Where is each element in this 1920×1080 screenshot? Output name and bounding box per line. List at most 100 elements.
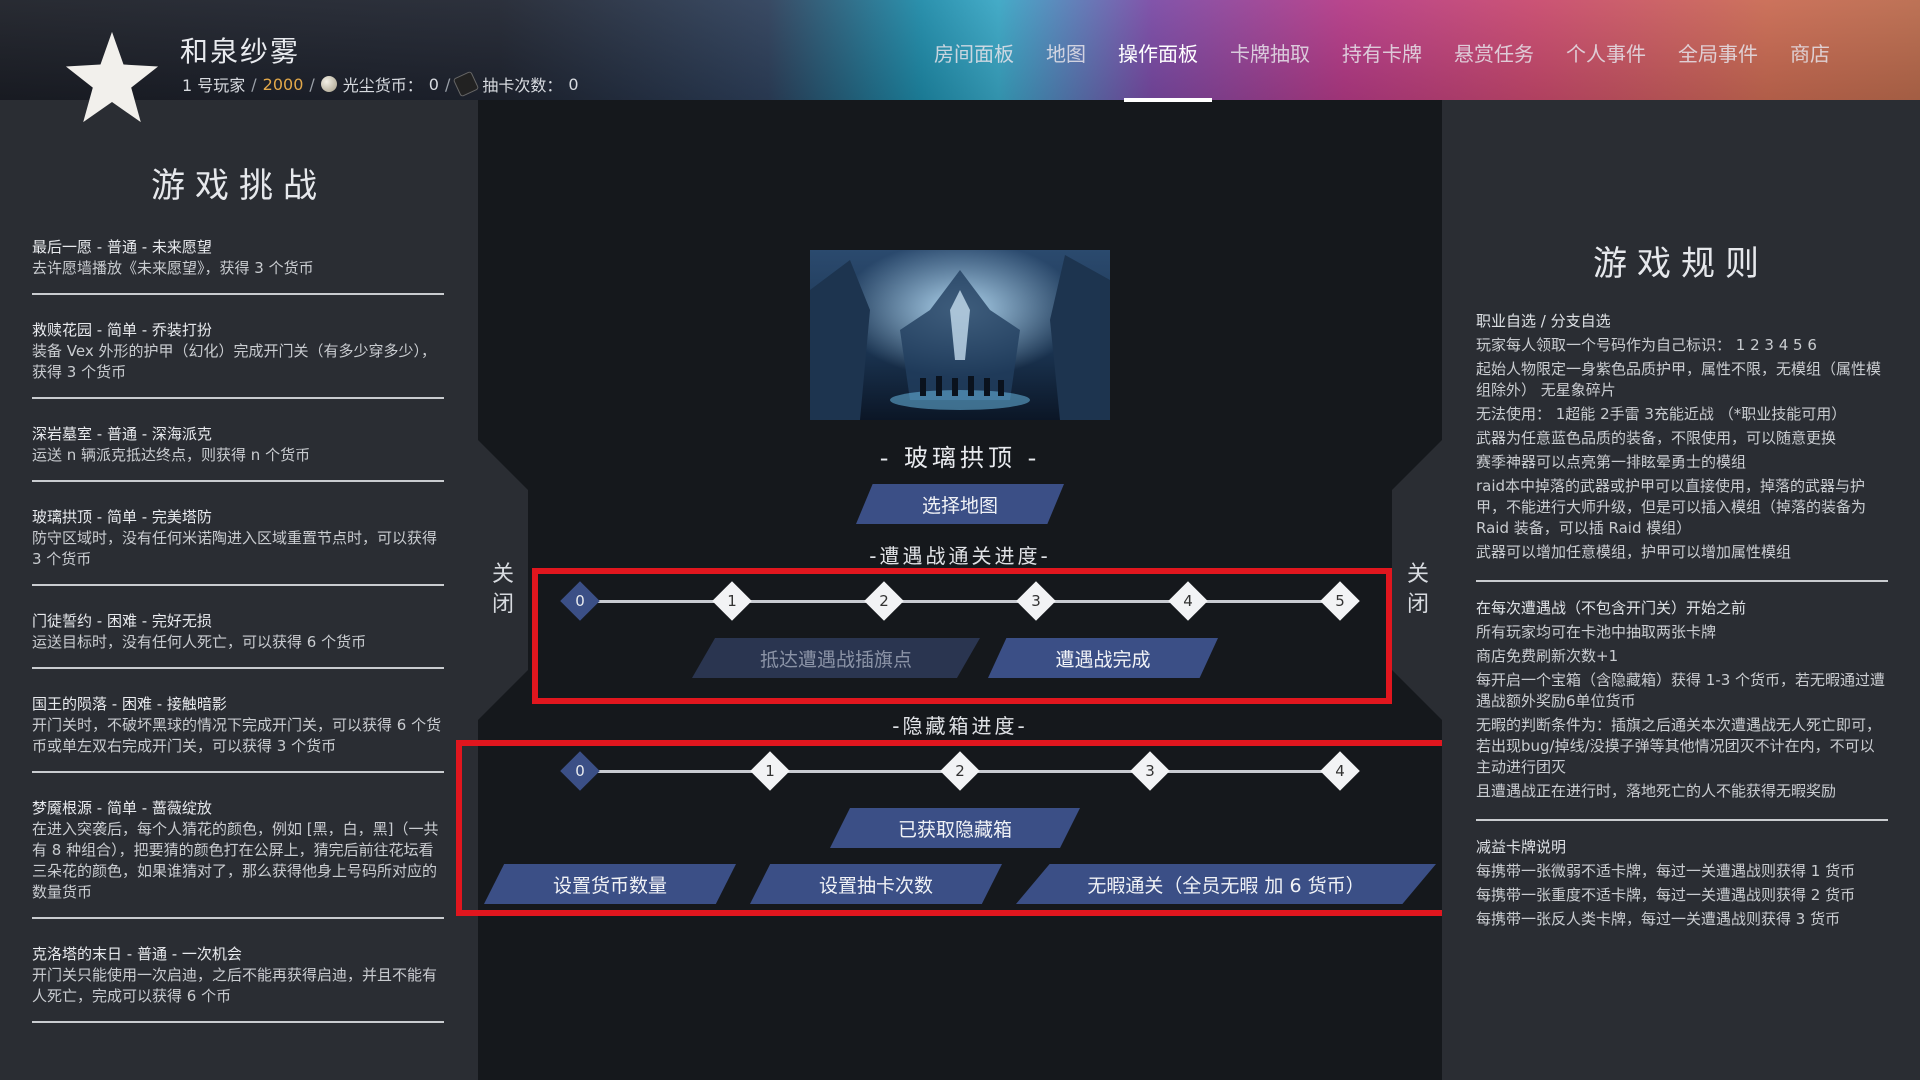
separator: / bbox=[444, 74, 451, 94]
challenge-item: 克洛塔的末日 - 普通 - 一次机会开门关只能使用一次启迪，之后不能再获得启迪，… bbox=[32, 939, 444, 1023]
challenge-desc: 装备 Vex 外形的护甲（幻化）完成开门关（有多少穿多少），获得 3 个货币 bbox=[32, 342, 436, 381]
nav-shop[interactable]: 商店 bbox=[1790, 38, 1830, 67]
close-left-char: 闭 bbox=[491, 592, 514, 617]
draws-value: 0 bbox=[568, 74, 579, 94]
challenge-desc: 在进入突袭后，每个人猜花的颜色，例如 [黑，白，黑]（一共有 8 种组合），把要… bbox=[32, 820, 439, 901]
close-right-button[interactable]: 关 闭 bbox=[1403, 560, 1433, 620]
challenge-item: 梦魇根源 - 简单 - 蔷薇绽放在进入突袭后，每个人猜花的颜色，例如 [黑，白，… bbox=[32, 793, 444, 919]
encounter-node-label: 5 bbox=[1335, 592, 1345, 610]
rule-line: 武器可以增加任意模组，护甲可以增加属性模组 bbox=[1476, 543, 1792, 561]
encounter-node[interactable]: 0 bbox=[560, 581, 600, 621]
currency-value: 0 bbox=[428, 74, 439, 94]
encounter-complete-button[interactable]: 遭遇战完成 bbox=[988, 638, 1218, 678]
close-right-char: 关 bbox=[1406, 562, 1429, 587]
nav-card-draw[interactable]: 卡牌抽取 bbox=[1230, 38, 1310, 67]
rule-line: 职业自选 / 分支自选 bbox=[1476, 312, 1611, 330]
encounter-node[interactable]: 2 bbox=[864, 581, 904, 621]
hidden-chest-node[interactable]: 0 bbox=[560, 751, 600, 791]
challenge-title: 门徒誓约 - 困难 - 完好无损 bbox=[32, 612, 212, 630]
star-avatar-icon bbox=[65, 31, 159, 123]
rule-line: 玩家每人领取一个号码作为自己标识： 1 2 3 4 5 6 bbox=[1476, 336, 1817, 354]
rule-group: 减益卡牌说明 每携带一张微弱不适卡牌，每过一关遭遇战则获得 1 货币 每携带一张重度… bbox=[1476, 837, 1888, 947]
challenge-desc: 去许愿墙播放《未来愿望》，获得 3 个货币 bbox=[32, 259, 314, 277]
encounter-node-label: 2 bbox=[879, 592, 889, 610]
active-nav-underline bbox=[1124, 98, 1212, 102]
player-name: 和泉纱雾 bbox=[180, 35, 301, 68]
nav-room-panel[interactable]: 房间面板 bbox=[934, 38, 1014, 67]
player-score: 2000 bbox=[262, 74, 304, 94]
rule-line: raid本中掉落的武器或护甲可以直接使用，掉落的武器与护甲，不能进行大师升级，但… bbox=[1476, 477, 1867, 537]
main-nav: 房间面板 地图 操作面板 卡牌抽取 持有卡牌 悬赏任务 个人事件 全局事件 商店 bbox=[934, 38, 1830, 67]
rule-group: 职业自选 / 分支自选玩家每人领取一个号码作为自己标识： 1 2 3 4 5 6… bbox=[1476, 311, 1888, 582]
rule-line: 每携带一张重度不适卡牌，每过一关遭遇战则获得 2 货币 bbox=[1476, 886, 1856, 904]
hidden-chest-node[interactable]: 4 bbox=[1320, 751, 1360, 791]
challenge-title: 克洛塔的末日 - 普通 - 一次机会 bbox=[32, 945, 242, 963]
close-left-button[interactable]: 关 闭 bbox=[488, 560, 518, 620]
set-draws-button[interactable]: 设置抽卡次数 bbox=[750, 864, 1002, 904]
challenge-item: 门徒誓约 - 困难 - 完好无损运送目标时，没有任何人死亡，可以获得 6 个货币 bbox=[32, 606, 444, 669]
encounter-node-label: 0 bbox=[575, 592, 585, 610]
separator: / bbox=[309, 74, 315, 94]
rule-line: 所有玩家均可在卡池中抽取两张卡牌 bbox=[1476, 623, 1717, 641]
hidden-chest-node-label: 4 bbox=[1335, 762, 1345, 780]
challenge-title: 梦魇根源 - 简单 - 蔷薇绽放 bbox=[32, 799, 212, 817]
encounter-highlight-box bbox=[532, 568, 1392, 704]
challenges-title: 游戏挑战 bbox=[151, 166, 327, 206]
close-right-char: 闭 bbox=[1406, 592, 1429, 617]
challenge-desc: 运送目标时，没有任何人死亡，可以获得 6 个货币 bbox=[32, 633, 367, 651]
hidden-chest-node-label: 2 bbox=[955, 762, 965, 780]
draws-label: 抽卡次数： bbox=[482, 76, 563, 95]
rules-title: 游戏规则 bbox=[1593, 244, 1769, 284]
player-number: 1 号玩家 bbox=[182, 76, 246, 95]
rule-line: 每携带一张微弱不适卡牌，每过一关遭遇战则获得 1 货币 bbox=[1476, 862, 1856, 880]
rules-list: 职业自选 / 分支自选玩家每人领取一个号码作为自己标识： 1 2 3 4 5 6… bbox=[1476, 308, 1888, 963]
close-left-char: 关 bbox=[491, 562, 514, 587]
nav-personal-events[interactable]: 个人事件 bbox=[1566, 38, 1646, 67]
challenge-title: 救赎花园 - 简单 - 乔装打扮 bbox=[32, 321, 212, 339]
rule-line: 在每次遭遇战（不包含开门关）开始之前 bbox=[1476, 599, 1747, 617]
challenge-title: 最后一愿 - 普通 - 未来愿望 bbox=[32, 238, 212, 256]
select-map-button[interactable]: 选择地图 bbox=[856, 484, 1064, 524]
reach-flag-button[interactable]: 抵达遭遇战插旗点 bbox=[692, 638, 980, 678]
rule-line: 赛季神器可以点亮第一排眩晕勇士的模组 bbox=[1476, 453, 1747, 471]
hidden-chest-node-label: 0 bbox=[575, 762, 585, 780]
rule-line: 无法使用： 1超能 2手雷 3充能近战 （*职业技能可用） bbox=[1476, 405, 1847, 423]
encounter-node[interactable]: 5 bbox=[1320, 581, 1360, 621]
flawless-clear-button[interactable]: 无暇通关（全员无暇 加 6 货币） bbox=[1016, 864, 1436, 904]
coin-icon bbox=[320, 76, 337, 92]
challenge-item: 最后一愿 - 普通 - 未来愿望去许愿墙播放《未来愿望》，获得 3 个货币 bbox=[32, 232, 444, 295]
challenge-title: 玻璃拱顶 - 简单 - 完美塔防 bbox=[32, 508, 212, 526]
challenge-desc: 开门关只能使用一次启迪，之后不能再获得启迪，并且不能有人死亡，完成可以获得 6 … bbox=[32, 966, 438, 1005]
hidden-chest-node[interactable]: 2 bbox=[940, 751, 980, 791]
nav-map[interactable]: 地图 bbox=[1046, 38, 1086, 67]
card-icon bbox=[453, 70, 480, 98]
nav-owned-cards[interactable]: 持有卡牌 bbox=[1342, 38, 1422, 67]
nav-bounty[interactable]: 悬赏任务 bbox=[1454, 38, 1534, 67]
encounter-track-line bbox=[580, 600, 1340, 603]
got-hidden-chest-button[interactable]: 已获取隐藏箱 bbox=[830, 808, 1080, 848]
nav-global-events[interactable]: 全局事件 bbox=[1678, 38, 1758, 67]
encounter-node[interactable]: 3 bbox=[1016, 581, 1056, 621]
set-currency-button[interactable]: 设置货币数量 bbox=[484, 864, 736, 904]
separator: / bbox=[251, 74, 257, 94]
rule-line: 且遭遇战正在进行时，落地死亡的人不能获得无暇奖励 bbox=[1476, 782, 1837, 800]
rule-line: 每开启一个宝箱（含隐藏箱）获得 1-3 个货币，若无暇通过遭遇战额外奖励6单位货… bbox=[1476, 671, 1886, 710]
player-stats: 1 号玩家 / 2000 / 光尘货币： 0 / 抽卡次数： 0 bbox=[182, 70, 579, 98]
challenge-item: 救赎花园 - 简单 - 乔装打扮装备 Vex 外形的护甲（幻化）完成开门关（有多… bbox=[32, 315, 444, 399]
rule-line: 每携带一张反人类卡牌，每过一关遭遇战则获得 3 货币 bbox=[1476, 910, 1841, 928]
hidden-chest-node[interactable]: 1 bbox=[750, 751, 790, 791]
challenge-list: 最后一愿 - 普通 - 未来愿望去许愿墙播放《未来愿望》，获得 3 个货币 救赎… bbox=[32, 232, 444, 1043]
encounter-node[interactable]: 1 bbox=[712, 581, 752, 621]
hidden-chest-node-label: 3 bbox=[1145, 762, 1155, 780]
hidden-chest-node[interactable]: 3 bbox=[1130, 751, 1170, 791]
rule-line: 无暇的判断条件为：插旗之后通关本次遭遇战无人死亡即可，若出现bug/掉线/没摸子… bbox=[1476, 716, 1882, 776]
nav-operation-panel[interactable]: 操作面板 bbox=[1118, 38, 1198, 67]
rule-group: 在每次遭遇战（不包含开门关）开始之前 所有玩家均可在卡池中抽取两张卡牌 商店免费刷新… bbox=[1476, 598, 1888, 821]
encounter-node[interactable]: 4 bbox=[1168, 581, 1208, 621]
encounter-node-label: 4 bbox=[1183, 592, 1193, 610]
map-preview-image bbox=[810, 250, 1110, 420]
currency-label: 光尘货币： bbox=[342, 76, 423, 95]
encounter-node-label: 3 bbox=[1031, 592, 1041, 610]
rule-line: 商店免费刷新次数+1 bbox=[1476, 647, 1619, 665]
hidden-chest-node-label: 1 bbox=[765, 762, 775, 780]
